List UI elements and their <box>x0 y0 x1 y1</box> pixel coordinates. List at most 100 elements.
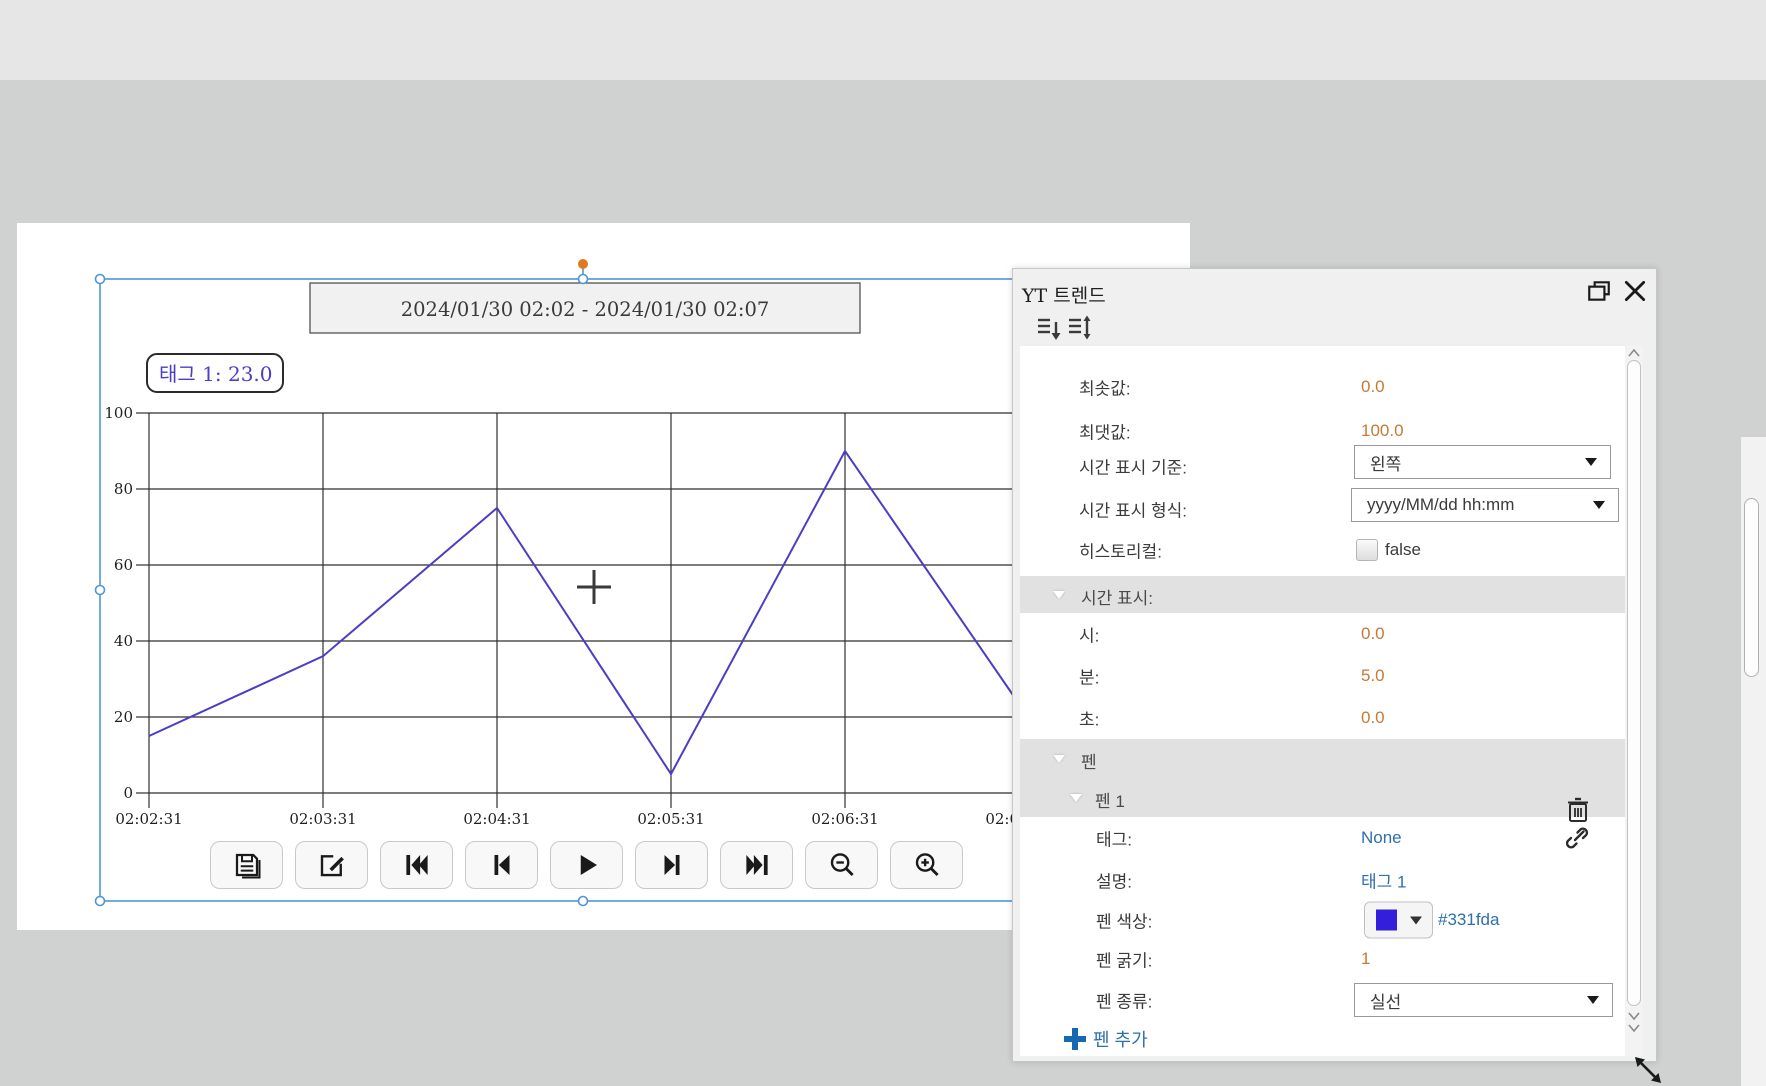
tag-link-icon[interactable] <box>1564 825 1590 851</box>
chevron-down-icon <box>1585 458 1597 466</box>
floppy-icon <box>232 850 262 880</box>
hour-value-field[interactable]: 0.0 <box>1361 624 1385 644</box>
selected-option: yyyy/MM/dd hh:mm <box>1367 495 1514 515</box>
add-pen-button[interactable]: 펜 추가 <box>1064 1026 1148 1052</box>
section-header-time-display[interactable]: 시간 표시: <box>1020 576 1625 613</box>
second-value-field[interactable]: 0.0 <box>1361 708 1385 728</box>
section-label: 펜 <box>1081 748 1097 773</box>
field-label: 최솟값: <box>1079 375 1131 400</box>
scrollbar-thumb[interactable] <box>1627 360 1641 1006</box>
tag-value-link[interactable]: None <box>1361 828 1402 848</box>
plus-icon <box>1064 1028 1086 1050</box>
trend-chart-widget[interactable]: 2024/01/30 02:02 - 2024/01/30 02:07태그 1:… <box>100 279 1041 902</box>
skip-end-icon <box>742 850 772 880</box>
properties-panel: YT 트렌드 최솟값: 0.0 최댓값: 100.0 시간 표시 기준: <box>1012 268 1657 1062</box>
pen-color-picker[interactable] <box>1364 902 1433 939</box>
y-axis-tick-label: 40 <box>114 632 133 650</box>
pen-color-hex[interactable]: #331fda <box>1438 910 1499 930</box>
edit-button[interactable] <box>295 841 368 889</box>
field-row-time-basis: 시간 표시 기준: 왼쪽 <box>1020 445 1625 487</box>
historical-checkbox[interactable] <box>1356 539 1378 561</box>
edit-icon <box>317 850 347 880</box>
field-row-description: 설명: 태그 1 <box>1020 859 1625 901</box>
play-icon <box>572 850 602 880</box>
chevron-down-icon <box>1410 916 1422 924</box>
time-format-select[interactable]: yyyy/MM/dd hh:mm <box>1351 488 1619 522</box>
collapse-triangle-icon[interactable] <box>1053 591 1065 599</box>
field-row-pen-type: 펜 종류: 실선 <box>1020 976 1625 1023</box>
pen1-section-label: 펜 1 <box>1095 787 1125 812</box>
window-scrollbar[interactable] <box>1740 437 1766 1086</box>
field-row-tag: 태그: None <box>1020 817 1625 859</box>
y-axis-tick-label: 20 <box>114 708 133 726</box>
y-axis-tick-label: 0 <box>123 784 133 802</box>
chevron-down-icon <box>1593 501 1605 509</box>
panel-content: 최솟값: 0.0 최댓값: 100.0 시간 표시 기준: 왼쪽 시간 표시 형… <box>1020 346 1625 1056</box>
step-forward-button[interactable] <box>635 841 708 889</box>
field-label: 초: <box>1079 706 1099 731</box>
zoom-in-button[interactable] <box>890 841 963 889</box>
zoom-out-button[interactable] <box>805 841 878 889</box>
x-axis-tick-label: 02:03:31 <box>289 810 356 828</box>
collapse-triangle-icon[interactable] <box>1053 755 1065 763</box>
collapse-triangle-icon[interactable] <box>1070 794 1082 802</box>
sort-collapse-icon[interactable] <box>1036 314 1063 341</box>
play-button[interactable] <box>550 841 623 889</box>
x-axis-tick-label: 02:02:31 <box>115 810 182 828</box>
close-icon[interactable] <box>1622 278 1648 304</box>
description-value-field[interactable]: 태그 1 <box>1361 868 1406 893</box>
x-axis-tick-label: 02:06:31 <box>811 810 878 828</box>
save-button[interactable] <box>210 841 283 889</box>
field-label: 펜 종류: <box>1096 987 1152 1012</box>
chevron-down-icon <box>1587 996 1599 1004</box>
field-label: 시: <box>1079 622 1099 647</box>
zoom-out-icon <box>827 850 857 880</box>
zoom-in-icon <box>912 850 942 880</box>
minute-value-field[interactable]: 5.0 <box>1361 666 1385 686</box>
sort-expand-icon[interactable] <box>1067 314 1094 341</box>
restore-window-icon[interactable] <box>1586 278 1612 304</box>
min-value-field[interactable]: 0.0 <box>1361 377 1385 397</box>
x-axis-tick-label: 02:04:31 <box>463 810 530 828</box>
panel-scrollbar[interactable] <box>1625 346 1643 1056</box>
scroll-down-icon[interactable] <box>1628 1012 1640 1020</box>
field-row-min: 최솟값: 0.0 <box>1020 366 1625 408</box>
selected-option: 왼쪽 <box>1370 450 1401 475</box>
field-label: 최댓값: <box>1079 419 1131 444</box>
max-value-field[interactable]: 100.0 <box>1361 421 1404 441</box>
step-back-icon <box>487 850 517 880</box>
skip-to-end-button[interactable] <box>720 841 793 889</box>
window-scrollbar-thumb[interactable] <box>1744 498 1759 677</box>
resize-cursor <box>1632 1054 1664 1086</box>
field-label: 설명: <box>1096 868 1132 893</box>
field-label: 히스토리컬: <box>1079 538 1162 563</box>
skip-to-start-button[interactable] <box>380 841 453 889</box>
scroll-up-icon[interactable] <box>1628 349 1640 357</box>
y-axis-tick-label: 100 <box>104 404 133 422</box>
step-backward-button[interactable] <box>465 841 538 889</box>
field-row-pen-width: 펜 굵기: 1 <box>1020 941 1625 976</box>
pen-width-field[interactable]: 1 <box>1361 949 1370 969</box>
field-label: 태그: <box>1096 826 1132 851</box>
skip-start-icon <box>402 850 432 880</box>
panel-toolbar <box>1013 311 1656 346</box>
x-axis-tick-label: 02:05:31 <box>637 810 704 828</box>
desktop-top-band <box>0 0 1766 80</box>
scroll-down-icon[interactable] <box>1628 1024 1640 1032</box>
field-label: 펜 굵기: <box>1096 946 1152 971</box>
step-forward-icon <box>657 850 687 880</box>
checkbox-state-label: false <box>1385 540 1421 560</box>
y-axis-tick-label: 80 <box>114 480 133 498</box>
pen-type-select[interactable]: 실선 <box>1354 983 1613 1017</box>
trend-line <box>149 451 1015 774</box>
field-row-add-pen: 펜 추가 <box>1020 1023 1625 1055</box>
color-swatch <box>1376 910 1397 931</box>
field-row-time-format: 시간 표시 형식: yyyy/MM/dd hh:mm <box>1020 488 1625 530</box>
chart-legend: 태그 1: 23.0 <box>159 362 273 386</box>
section-pen: 펜 펜 1 <box>1020 739 1625 817</box>
field-row-hour: 시: 0.0 <box>1020 613 1625 655</box>
time-basis-select[interactable]: 왼쪽 <box>1354 445 1611 479</box>
field-label: 분: <box>1079 664 1099 689</box>
field-label: 펜 색상: <box>1096 908 1152 933</box>
field-row-pen-color: 펜 색상: #331fda <box>1020 899 1625 941</box>
